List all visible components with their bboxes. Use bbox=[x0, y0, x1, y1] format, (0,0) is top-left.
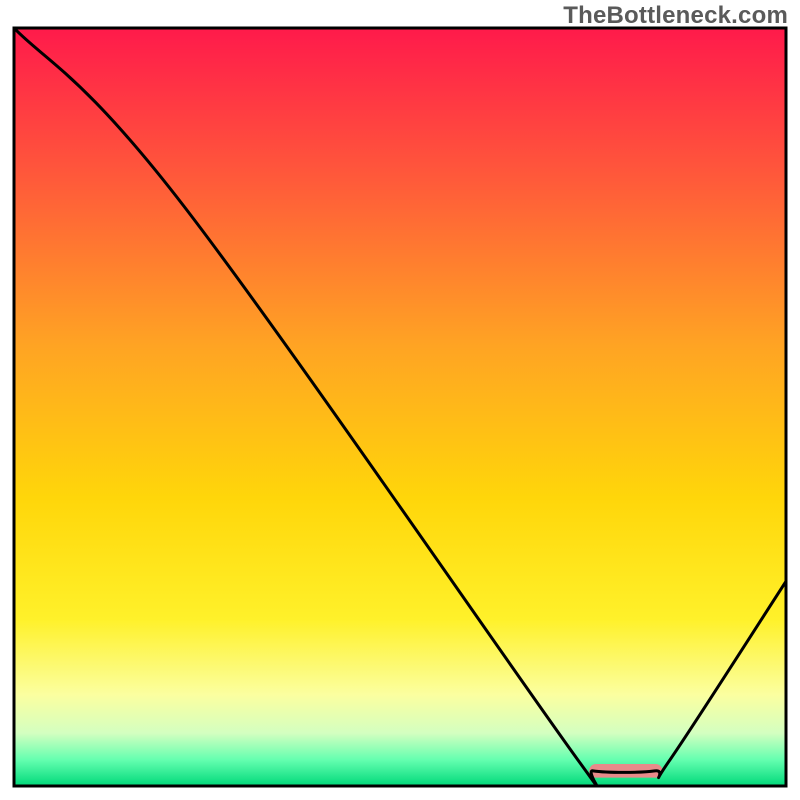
bottleneck-chart bbox=[0, 0, 800, 800]
chart-container: TheBottleneck.com bbox=[0, 0, 800, 800]
watermark-text: TheBottleneck.com bbox=[563, 2, 788, 30]
